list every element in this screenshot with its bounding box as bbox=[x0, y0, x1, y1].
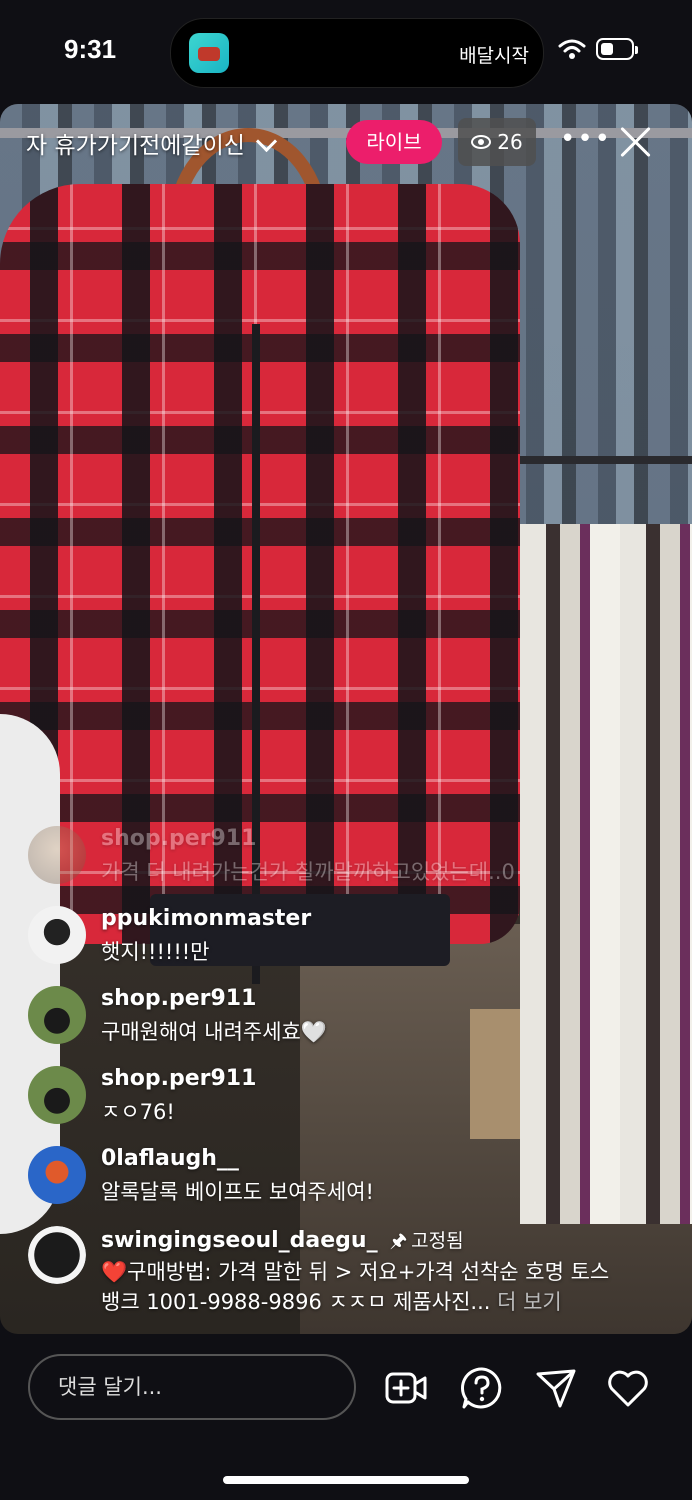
avatar[interactable] bbox=[28, 906, 86, 964]
delivery-app-icon bbox=[189, 33, 229, 73]
comment-username[interactable]: ppukimonmaster bbox=[101, 906, 311, 931]
wifi-icon bbox=[558, 39, 586, 59]
rack-bar-right bbox=[512, 456, 692, 464]
question-icon[interactable] bbox=[460, 1366, 504, 1410]
avatar[interactable] bbox=[28, 1146, 86, 1204]
plaid-hoodie bbox=[0, 184, 520, 944]
comment-text: 햇지!!!!!!만 bbox=[101, 940, 210, 964]
comment-username[interactable]: shop.per911 bbox=[101, 986, 256, 1011]
comment-text-line2: 뱅크 1001-9988-9896 ㅈㅈㅁ 제품사진... 더 보기 bbox=[101, 1286, 562, 1316]
send-icon[interactable] bbox=[534, 1366, 578, 1410]
status-time: 9:31 bbox=[64, 34, 117, 64]
see-more-link[interactable]: 더 보기 bbox=[490, 1290, 562, 1314]
live-badge: 라이브 bbox=[346, 120, 442, 164]
chevron-down-icon bbox=[255, 130, 278, 153]
comment-username-text: swingingseoul_daegu_ bbox=[101, 1228, 378, 1253]
heart-icon[interactable] bbox=[606, 1366, 650, 1410]
comment-username[interactable]: shop.per911 bbox=[101, 1066, 256, 1091]
avatar[interactable] bbox=[28, 986, 86, 1044]
dynamic-island[interactable]: 배달시작 bbox=[170, 18, 544, 88]
comment-input[interactable]: 댓글 달기... bbox=[28, 1354, 356, 1420]
comment-username[interactable]: shop.per911 bbox=[101, 826, 256, 851]
comment-username[interactable]: 0laflaugh__ bbox=[101, 1146, 239, 1171]
comment-text: ❤️구매방법: 가격 말한 뒤 > 저요+가격 선착순 호명 토스 bbox=[101, 1260, 610, 1284]
avatar[interactable] bbox=[28, 1066, 86, 1124]
battery-icon bbox=[596, 38, 638, 60]
stream-title-text: 자 휴가가기전에같이신 bbox=[26, 133, 245, 159]
island-status-text: 배달시작 bbox=[459, 45, 529, 67]
viewer-count-text: 26 bbox=[497, 130, 523, 154]
pinned-label: 고정됨 bbox=[411, 1230, 464, 1252]
comment-text: 알록달록 베이프도 보여주세여! bbox=[101, 1180, 374, 1204]
close-icon[interactable] bbox=[618, 124, 652, 158]
clothing-rack-right bbox=[520, 524, 692, 1224]
comment-text: 구매원해여 내려주세효🤍 bbox=[101, 1020, 328, 1044]
comment-text: ㅈㅇ76! bbox=[101, 1100, 175, 1124]
eye-icon bbox=[471, 135, 492, 149]
stream-title[interactable]: 자 휴가가기전에같이신 bbox=[26, 126, 278, 160]
comment-text-line2-text: 뱅크 1001-9988-9896 ㅈㅈㅁ 제품사진... bbox=[101, 1290, 491, 1314]
more-options-icon[interactable]: ••• bbox=[560, 124, 612, 154]
comment-text: 가격 더 내려가는건가 칠까말까하고있었는데..0 bbox=[101, 860, 515, 884]
status-bar: 9:31 배달시작 bbox=[0, 0, 692, 104]
add-video-icon[interactable] bbox=[384, 1366, 428, 1410]
avatar[interactable] bbox=[28, 826, 86, 884]
comment-username[interactable]: swingingseoul_daegu_ 🖈 고정됨 bbox=[101, 1226, 464, 1259]
avatar[interactable] bbox=[28, 1226, 86, 1284]
viewer-count[interactable]: 26 bbox=[458, 118, 536, 166]
home-indicator[interactable] bbox=[223, 1476, 469, 1484]
pin-icon: 🖈 bbox=[389, 1230, 408, 1252]
